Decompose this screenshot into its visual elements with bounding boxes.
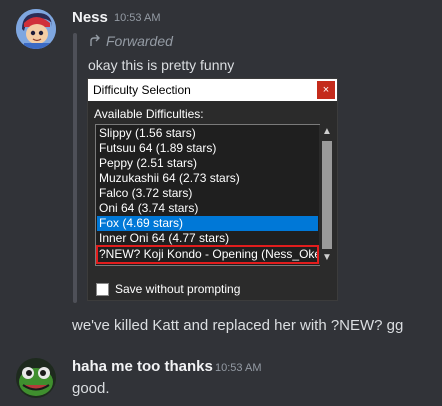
dialog-title: Difficulty Selection [88,79,337,101]
avatar[interactable] [16,9,56,49]
message-haha: haha me too thanks 10:53 AM good. [0,350,442,406]
checkbox [96,282,109,296]
list-item: Falco (3.72 stars) [99,186,193,200]
avatar[interactable] [16,358,56,398]
list-scrollbar: ▲ ▼ [319,125,335,265]
save-without-prompting-row: Save without prompting [96,282,240,296]
list-item: Oni 64 (3.74 stars) [99,201,199,215]
forwarded-label: Forwarded [106,33,173,49]
available-difficulties-label: Available Difficulties: [94,107,204,121]
chevron-down-icon: ▼ [322,252,332,263]
timestamp[interactable]: 10:53 AM [114,12,160,24]
list-item: Muzukashii 64 (2.73 stars) [99,171,240,185]
checkbox-label: Save without prompting [115,282,241,296]
list-item-highlighted: ?NEW? Koji Kondo - Opening (Ness_Okey [96,245,319,264]
list-item-selected: Fox (4.69 stars) [97,216,318,231]
username[interactable]: haha me too thanks [72,358,213,375]
forwarded-text: okay this is pretty funny [88,57,235,73]
list-item: Slippy (1.56 stars) [99,126,196,140]
list-item: Futsuu 64 (1.89 stars) [99,141,217,155]
timestamp[interactable]: 10:53 AM [215,362,261,374]
forward-arrow-icon [90,34,100,46]
message-text: good. [72,380,110,397]
difficulty-list: Slippy (1.56 stars) Futsuu 64 (1.89 star… [95,124,320,266]
list-item: Inner Oni 64 (4.77 stars) [99,231,230,245]
message-ness: Ness 10:53 AM Forwarded okay this is pre… [0,0,442,340]
username[interactable]: Ness [72,9,108,26]
scrollbar-thumb [322,141,332,249]
forward-bar [73,33,77,303]
close-icon: × [317,81,335,99]
embedded-screenshot[interactable]: Difficulty Selection × Available Difficu… [87,78,338,301]
chevron-up-icon: ▲ [322,126,332,137]
forwarded-indicator: Forwarded [88,33,173,49]
list-item: Peppy (2.51 stars) [99,156,198,170]
message-text: we've killed Katt and replaced her with … [72,317,404,334]
